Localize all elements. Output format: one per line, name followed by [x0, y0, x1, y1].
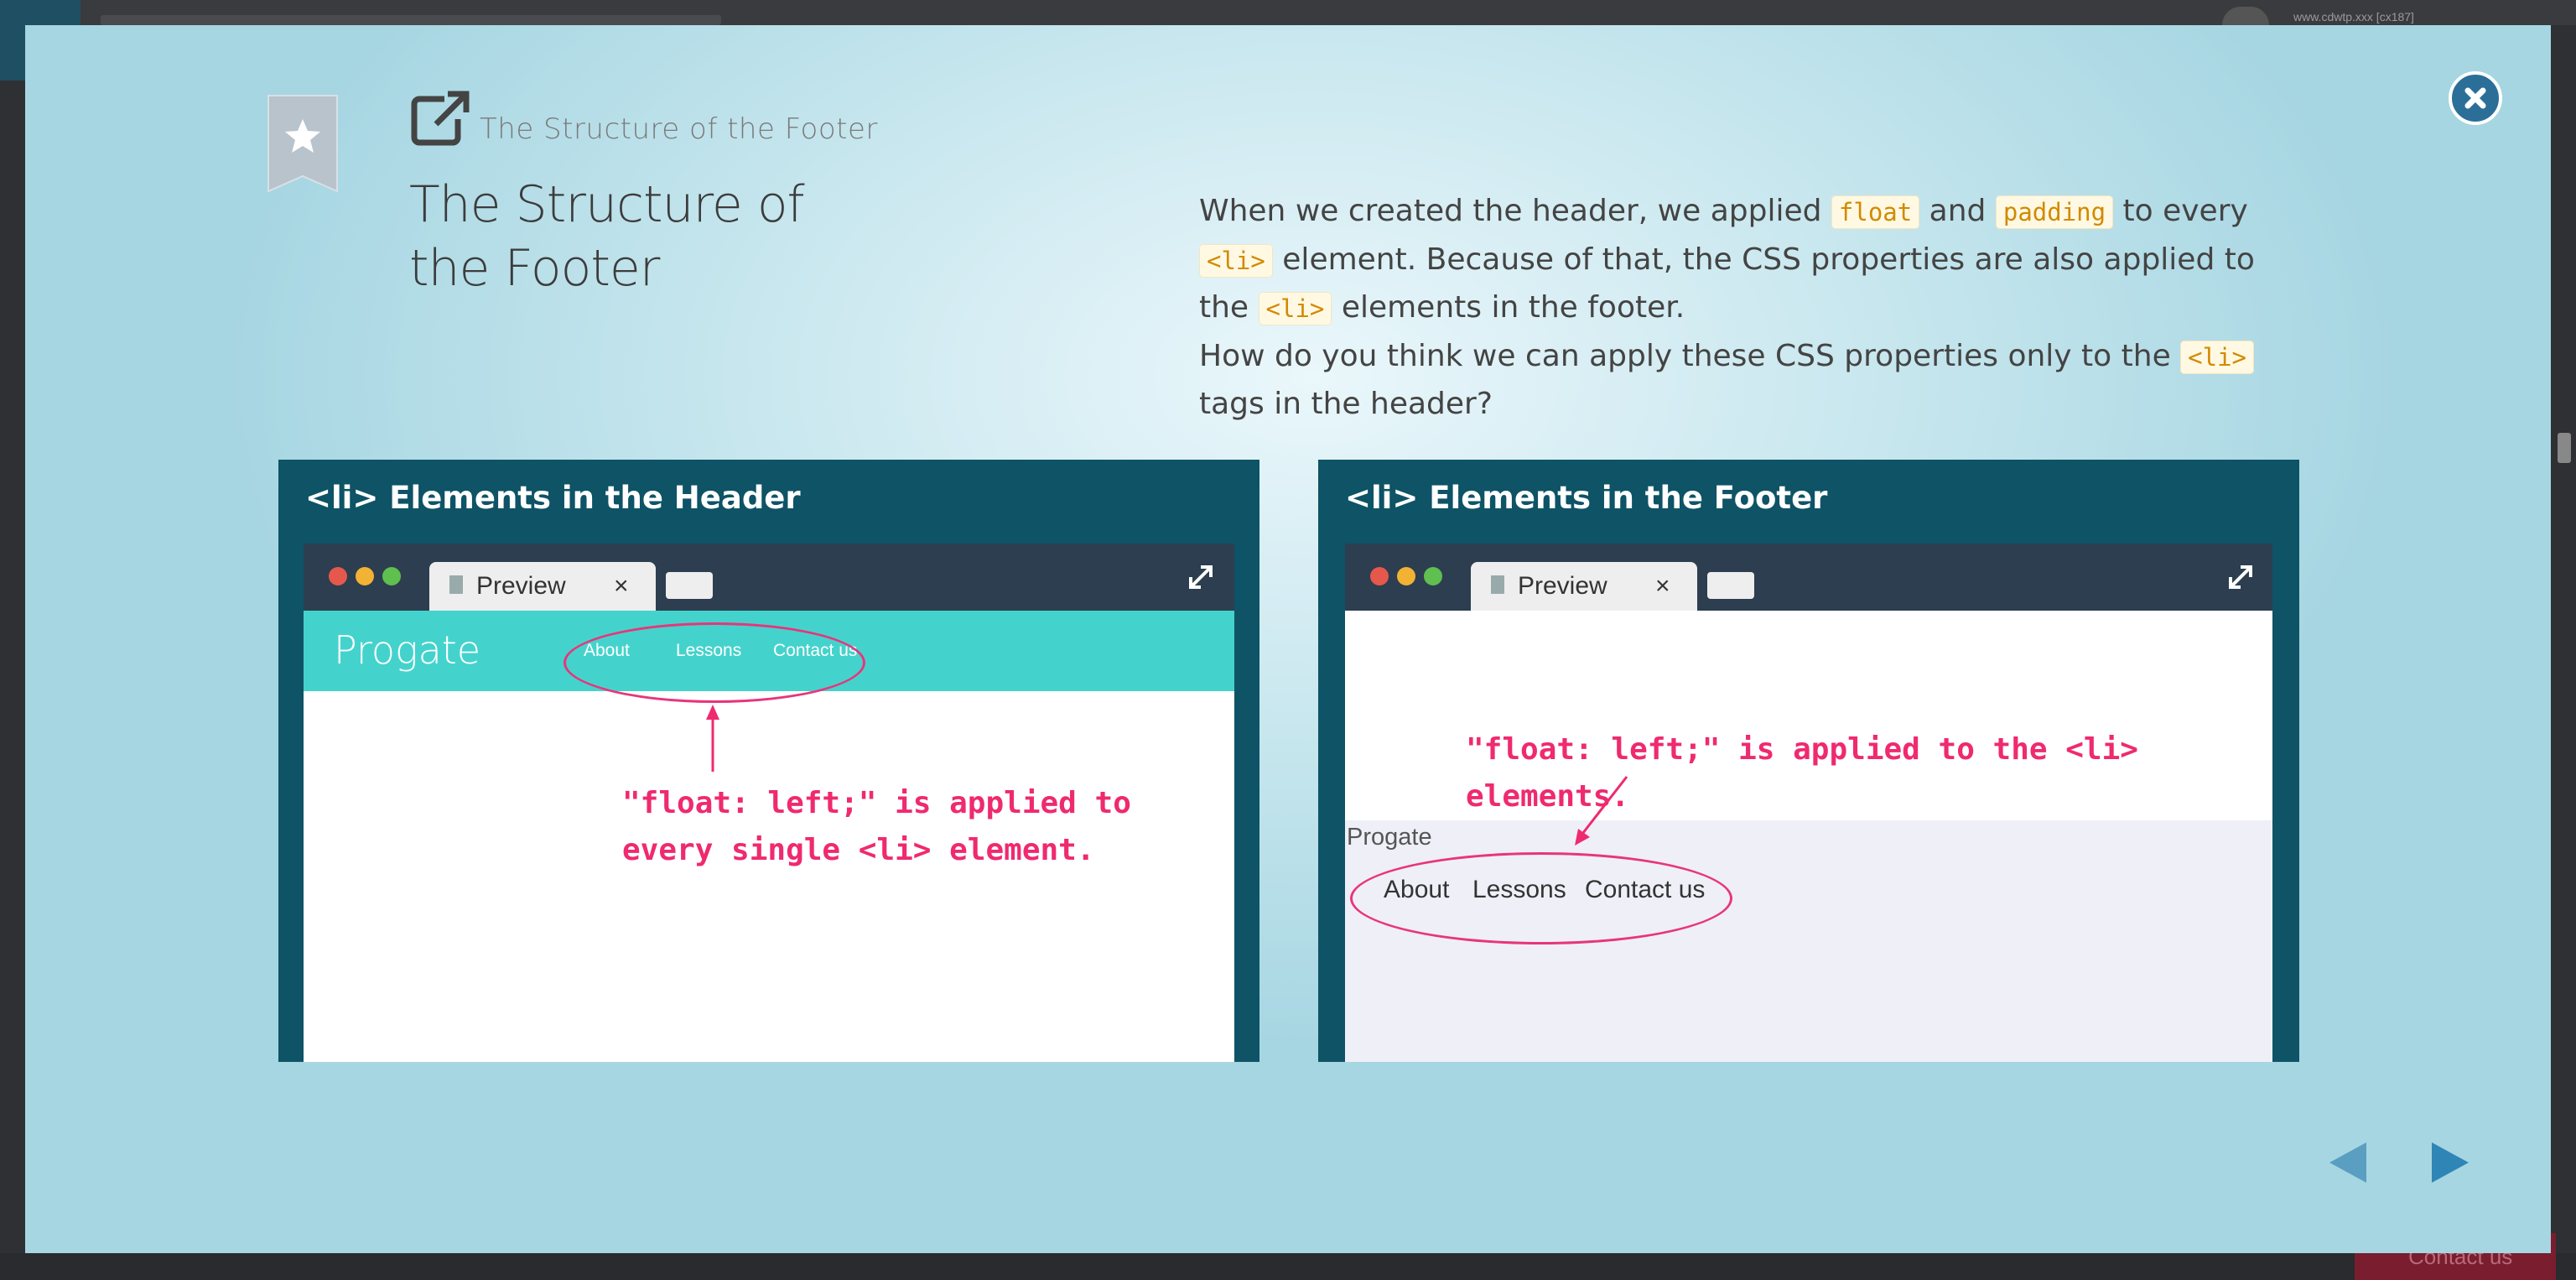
next-arrow-icon[interactable]: [2430, 1141, 2470, 1184]
desc-text: How do you think we can apply these CSS …: [1199, 338, 2181, 373]
close-icon: [2464, 87, 2486, 109]
pointer-arrow: [1575, 776, 1628, 846]
code-li: <li>: [2180, 340, 2255, 374]
figure-footer: <li> Elements in the Footer Preview × "f…: [1318, 460, 2299, 1062]
figure-title: <li> Elements in the Footer: [1345, 480, 1828, 516]
desc-text: and: [1919, 194, 1996, 228]
annotation-line: "float: left;" is applied to: [622, 786, 1131, 820]
prev-arrow-icon[interactable]: [2328, 1141, 2368, 1184]
background-scrollbar[interactable]: [2558, 433, 2571, 463]
browser-mock: Preview × "float: left;" is applied to t…: [1345, 544, 2272, 1062]
bookmark-star-icon[interactable]: [267, 94, 339, 193]
background-url-text: www.cdwtp.xxx [cx187]: [2293, 10, 2414, 23]
code-li: <li>: [1258, 292, 1332, 325]
desc-text: to every: [2113, 194, 2248, 228]
background-bottombar: [0, 1253, 2576, 1280]
code-padding: padding: [1995, 195, 2114, 229]
code-float: float: [1831, 195, 1920, 229]
figure-title: <li> Elements in the Header: [305, 480, 801, 516]
background-searchbar: [101, 15, 721, 25]
desc-text: When we created the header, we applied: [1199, 194, 1831, 228]
annotation-note: "float: left;" is applied to every singl…: [622, 780, 1131, 874]
slide-description: When we created the header, we applied f…: [1199, 188, 2256, 429]
slide-modal: The Structure of the Footer The Structur…: [25, 25, 2551, 1253]
close-button[interactable]: [2449, 71, 2502, 125]
desc-text: elements in the footer.: [1332, 290, 1685, 325]
figure-header: <li> Elements in the Header Preview × Pr…: [278, 460, 1259, 1062]
slide-subtitle: The Structure of the Footer: [480, 112, 878, 146]
annotation-line: every single <li> element.: [622, 833, 1095, 867]
slide-title: The Structure of the Footer: [409, 175, 805, 298]
external-link-icon[interactable]: [411, 91, 470, 146]
browser-mock: Preview × Progate About Lessons Contact …: [304, 544, 1234, 1062]
desc-text: tags in the header?: [1199, 387, 1493, 421]
code-li: <li>: [1199, 243, 1273, 278]
